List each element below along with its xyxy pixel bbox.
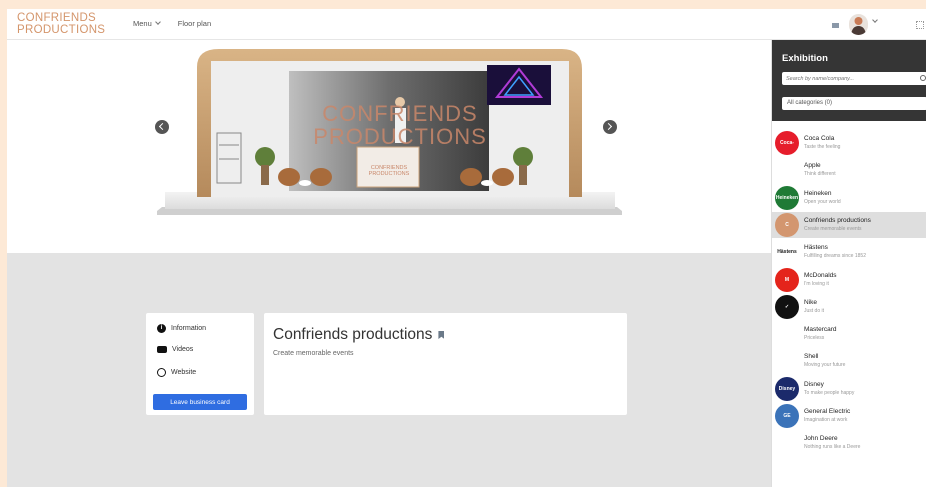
exhibitor-item[interactable]: Coca-Cola Coca Cola Taste the feeling: [772, 130, 926, 156]
mail-icon[interactable]: [832, 23, 839, 28]
booth-wall-title-line-1: CONFRIENDS: [322, 101, 478, 126]
exhibitor-name: Heineken: [804, 189, 832, 197]
exhibitor-name: General Electric: [804, 408, 851, 415]
exhibitor-logo-icon: Disney: [775, 376, 799, 401]
app-window: CONFRIENDS PRODUCTIONS Menu Floor plan C…: [7, 9, 926, 487]
category-select[interactable]: All categories (0): [782, 97, 926, 110]
brand-logo[interactable]: CONFRIENDS PRODUCTIONS: [17, 12, 105, 36]
company-name: Confriends productions: [273, 326, 433, 343]
youtube-icon: [157, 346, 167, 353]
company-title: Confriends productions: [273, 326, 445, 344]
panel-header: Exhibition All categories (0): [772, 40, 926, 121]
desk-logo-line-2: PRODUCTIONS: [368, 171, 410, 177]
bookmark-icon[interactable]: [438, 331, 445, 339]
exhibitor-search-input[interactable]: [782, 72, 926, 85]
exhibitor-item[interactable]: GE General Electric Imagination at work: [772, 403, 926, 429]
exhibitor-name: Shell: [804, 353, 819, 361]
exhibitor-tagline: Create memorable events: [804, 225, 862, 232]
info-icon: i: [157, 324, 166, 333]
company-card: Confriends productions Create memorable …: [264, 313, 627, 415]
exhibitor-item[interactable]: M McDonalds I'm loving it: [772, 267, 926, 293]
exhibitor-logo-icon: Heineken: [775, 185, 799, 210]
globe-icon: [157, 368, 166, 377]
exhibitor-tagline: Nothing runs like a Deere: [804, 444, 861, 451]
exhibitor-logo-icon: GE: [775, 404, 799, 428]
exhibitor-tagline: Fulfilling dreams since 1852: [804, 253, 866, 260]
logo-line-2: PRODUCTIONS: [17, 24, 106, 36]
exhibitor-logo-icon: Coca-Cola: [775, 131, 799, 155]
exhibitor-item[interactable]: Mastercard Priceless: [772, 321, 926, 347]
exhibitor-logo-icon: [775, 158, 799, 183]
exhibitor-name: Disney: [804, 380, 824, 388]
booth-details-area: i Information Videos Website Leave busin…: [7, 253, 771, 487]
exhibitor-logo-icon: Hästens: [775, 240, 799, 265]
exhibitor-name: Nike: [804, 298, 818, 306]
exhibitor-name: McDonalds: [804, 271, 837, 279]
main-nav: Menu Floor plan: [133, 19, 211, 28]
chevron-down-icon[interactable]: [872, 17, 878, 23]
nav-menu[interactable]: Menu: [133, 19, 161, 28]
exhibitor-logo-icon: ✓: [775, 294, 799, 319]
exhibitor-name: Mastercard: [804, 326, 837, 334]
exhibition-panel: Exhibition All categories (0) Coca-ColaC…: [771, 40, 926, 487]
exhibitor-name: Confriends productions: [804, 216, 871, 224]
videos-label: Videos: [172, 346, 194, 353]
nav-floor-plan[interactable]: Floor plan: [178, 19, 211, 28]
exhibitor-logo-icon: [775, 322, 799, 347]
info-card: i Information Videos Website Leave busin…: [146, 313, 254, 415]
chevron-down-icon: [154, 19, 161, 25]
company-tagline: Create memorable events: [273, 350, 354, 357]
information-label: Information: [171, 325, 207, 332]
exhibitor-item[interactable]: Hästens Hästens Fulfilling dreams since 18…: [772, 239, 926, 265]
exhibitor-tagline: To make people happy: [804, 389, 855, 396]
exhibitor-logo-icon: [775, 349, 799, 374]
exhibitor-item[interactable]: Apple Think different: [772, 157, 926, 183]
exhibitor-name: Hästens: [804, 244, 828, 252]
exhibitor-item[interactable]: John Deere Nothing runs like a Deere: [772, 430, 926, 456]
top-bar: CONFRIENDS PRODUCTIONS Menu Floor plan: [7, 9, 926, 40]
avatar[interactable]: [849, 14, 868, 35]
exhibitor-tagline: Think different: [804, 171, 836, 178]
videos-link[interactable]: Videos: [157, 346, 193, 353]
search-icon[interactable]: [920, 75, 926, 81]
exhibitor-name: Coca Cola: [804, 135, 835, 142]
exhibitor-tagline: Imagination at work: [804, 417, 848, 423]
website-link[interactable]: Website: [157, 368, 196, 377]
exhibitor-name: John Deere: [804, 435, 838, 443]
expand-icon[interactable]: [916, 21, 924, 29]
exhibitor-logo-icon: M: [775, 267, 799, 292]
exhibitor-logo-icon: [775, 431, 799, 456]
exhibitor-tagline: Open your world: [804, 198, 841, 205]
information-link[interactable]: i Information: [157, 324, 206, 333]
exhibitor-item[interactable]: C Confriends productions Create memorable …: [772, 211, 926, 238]
exhibitor-name: Apple: [804, 162, 821, 170]
exhibitor-tagline: I'm loving it: [804, 280, 829, 287]
exhibitor-item[interactable]: ✓ Nike Just do it: [772, 294, 926, 320]
exhibitor-item[interactable]: Heineken Heineken Open your world: [772, 185, 926, 211]
exhibitor-item[interactable]: Disney Disney To make people happy: [772, 376, 926, 402]
exhibitor-tagline: Priceless: [804, 335, 825, 342]
nav-menu-label: Menu: [133, 19, 152, 28]
exhibitor-tagline: Moving your future: [804, 362, 846, 369]
booth-3d-image: CONFRIENDS PRODUCTIONS CONFRIENDS PRODUC…: [157, 47, 622, 222]
logo-line-1: CONFRIENDS: [17, 12, 97, 24]
panel-title: Exhibition: [782, 53, 828, 64]
leave-business-card-button[interactable]: Leave business card: [153, 394, 247, 410]
booth-viewer: CONFRIENDS PRODUCTIONS CONFRIENDS PRODUC…: [7, 40, 771, 253]
exhibitor-logo-icon: C: [775, 212, 799, 237]
booth-wall-title-line-2: PRODUCTIONS: [313, 124, 487, 149]
booth-wall-title: CONFRIENDS PRODUCTIONS: [305, 102, 495, 148]
exhibitor-tagline: Just do it: [804, 307, 825, 314]
nav-floor-plan-label: Floor plan: [177, 19, 212, 28]
desk-logo: CONFRIENDS PRODUCTIONS: [362, 165, 416, 177]
exhibitor-item[interactable]: Shell Moving your future: [772, 348, 926, 374]
website-label: Website: [171, 369, 197, 376]
exhibitor-tagline: Taste the feeling: [804, 144, 841, 150]
